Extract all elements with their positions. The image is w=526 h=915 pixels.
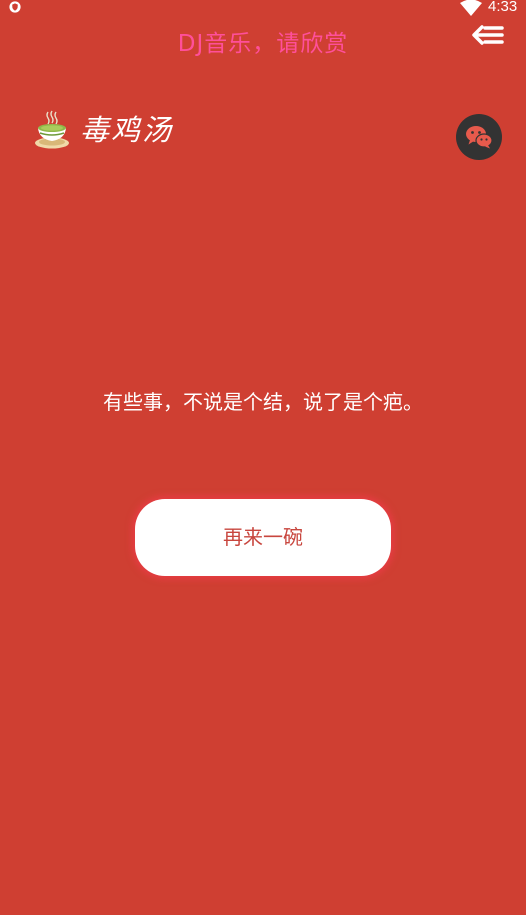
page-title: DJ音乐，请欣赏 <box>177 31 349 57</box>
again-button[interactable]: 再来一碗 <box>135 499 391 576</box>
status-time: 4:33 <box>488 0 518 15</box>
wifi-icon <box>460 0 482 16</box>
shield-icon <box>9 1 21 13</box>
wechat-share-button[interactable] <box>456 114 502 160</box>
menu-button[interactable] <box>468 20 508 52</box>
teacup-icon <box>35 110 69 149</box>
wechat-icon <box>466 126 493 149</box>
back-menu-icon <box>472 25 504 45</box>
brand-name: 毒鸡汤 <box>80 113 174 147</box>
quote-text: 有些事，不说是个结，说了是个疤。 <box>103 390 423 414</box>
brand: 毒鸡汤 <box>34 108 173 152</box>
status-bar: 4:33 <box>0 0 526 16</box>
